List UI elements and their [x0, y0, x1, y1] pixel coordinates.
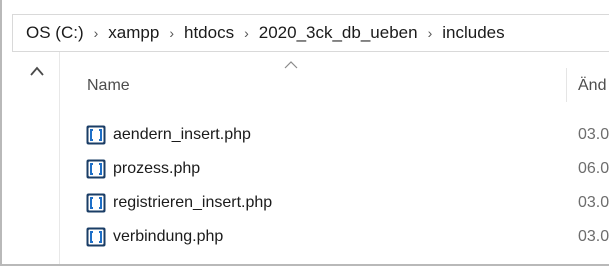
file-date: 06.0 — [578, 160, 609, 177]
php-file-icon — [86, 193, 106, 213]
breadcrumb-item-htdocs[interactable]: htdocs — [181, 23, 237, 43]
explorer-window: OS (C:) › xampp › htdocs › 2020_3ck_db_u… — [0, 0, 609, 266]
column-header-name[interactable]: Name — [87, 77, 130, 95]
php-file-icon — [86, 159, 106, 179]
column-header-date[interactable]: Änd — [578, 77, 606, 95]
file-name: prozess.php — [113, 160, 201, 177]
column-header-row: Name Änd — [60, 52, 609, 102]
breadcrumb-item-drive[interactable]: OS (C:) — [23, 23, 87, 43]
file-name: registrieren_insert.php — [113, 194, 273, 211]
navigation-pane — [12, 52, 60, 264]
address-bar[interactable]: OS (C:) › xampp › htdocs › 2020_3ck_db_u… — [12, 14, 609, 52]
breadcrumb-separator[interactable]: › — [237, 25, 256, 41]
file-row[interactable]: prozess.php 06.0 — [60, 152, 609, 186]
file-row[interactable]: verbindung.php 03.0 — [60, 220, 609, 254]
file-row[interactable]: registrieren_insert.php 03.0 — [60, 186, 609, 220]
breadcrumb-separator[interactable]: › — [421, 25, 440, 41]
file-date: 03.0 — [578, 126, 609, 143]
chevron-up-icon[interactable] — [30, 66, 44, 76]
php-file-icon — [86, 125, 106, 145]
file-date: 03.0 — [578, 194, 609, 211]
breadcrumb-separator[interactable]: › — [87, 25, 106, 41]
file-date: 03.0 — [578, 228, 609, 245]
php-file-icon — [86, 227, 106, 247]
column-divider[interactable] — [566, 68, 567, 102]
breadcrumb-separator[interactable]: › — [162, 25, 181, 41]
file-row[interactable]: aendern_insert.php 03.0 — [60, 118, 609, 152]
breadcrumb-item-includes[interactable]: includes — [439, 23, 507, 43]
file-name: aendern_insert.php — [113, 126, 251, 143]
breadcrumb-item-xampp[interactable]: xampp — [105, 23, 162, 43]
file-name: verbindung.php — [113, 228, 224, 245]
sort-ascending-icon — [284, 61, 298, 69]
breadcrumb-item-project[interactable]: 2020_3ck_db_ueben — [256, 23, 421, 43]
file-list: aendern_insert.php 03.0 prozess.php 06.0… — [60, 118, 609, 254]
